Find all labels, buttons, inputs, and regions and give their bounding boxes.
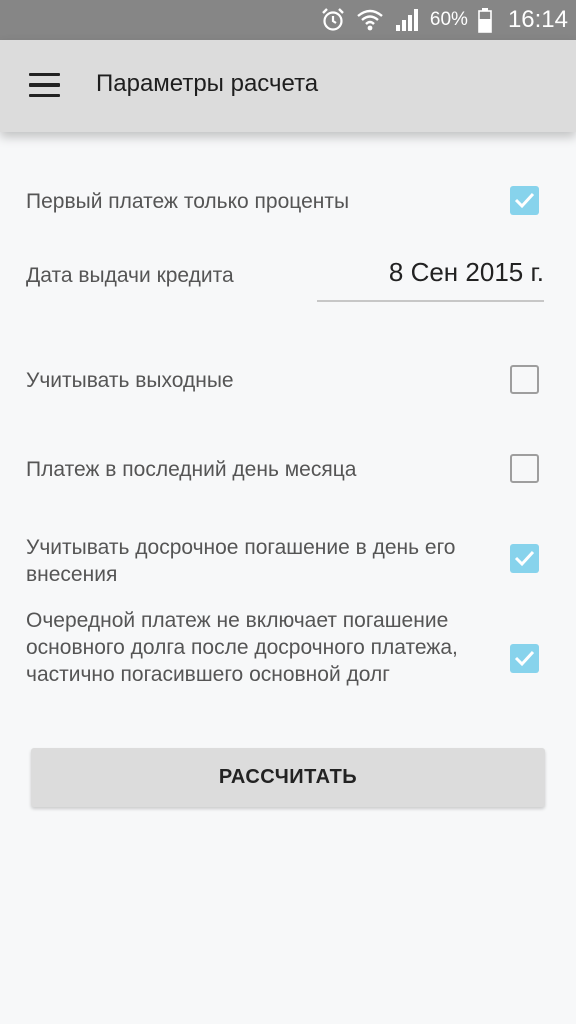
battery-icon xyxy=(478,7,492,33)
setting-label: Первый платеж только проценты xyxy=(26,190,350,213)
app-toolbar: Параметры расчета xyxy=(0,40,576,132)
setting-count-weekends[interactable]: Учитывать выходные xyxy=(0,360,576,402)
wifi-icon xyxy=(356,7,384,33)
last-day-of-month-checkbox[interactable] xyxy=(510,454,539,483)
setting-early-repayment-same-day[interactable]: Учитывать досрочное погашение в день его… xyxy=(0,530,576,590)
status-icons: 60% 16:14 xyxy=(320,0,568,40)
setting-next-payment-excludes-principal[interactable]: Очередной платеж не включает погашение о… xyxy=(0,603,576,715)
setting-label: Дата выдачи кредита xyxy=(26,264,234,287)
alarm-icon xyxy=(320,7,346,33)
status-bar: 60% 16:14 xyxy=(0,0,576,40)
next-payment-checkbox[interactable] xyxy=(510,644,539,673)
signal-icon xyxy=(394,7,420,33)
setting-last-day-of-month[interactable]: Платеж в последний день месяца xyxy=(0,449,576,491)
early-repayment-checkbox[interactable] xyxy=(510,544,539,573)
calculate-button[interactable]: РАССЧИТАТЬ xyxy=(31,748,545,807)
count-weekends-checkbox[interactable] xyxy=(510,365,539,394)
first-payment-interest-checkbox[interactable] xyxy=(510,186,539,215)
battery-percent: 60% xyxy=(429,9,468,30)
hamburger-menu-icon[interactable] xyxy=(22,62,68,108)
setting-label: Учитывать выходные xyxy=(26,369,234,392)
status-time: 16:14 xyxy=(507,6,568,33)
setting-first-payment-interest[interactable]: Первый платеж только проценты xyxy=(0,180,576,222)
page-title: Параметры расчета xyxy=(96,70,319,97)
date-field-underline xyxy=(317,300,544,302)
setting-label: Учитывать досрочное погашение в день его… xyxy=(26,536,456,586)
setting-label: Очередной платеж не включает погашение о… xyxy=(26,609,458,686)
setting-label: Платеж в последний день месяца xyxy=(26,458,357,481)
issue-date-field[interactable]: 8 Сен 2015 г. xyxy=(318,257,544,288)
